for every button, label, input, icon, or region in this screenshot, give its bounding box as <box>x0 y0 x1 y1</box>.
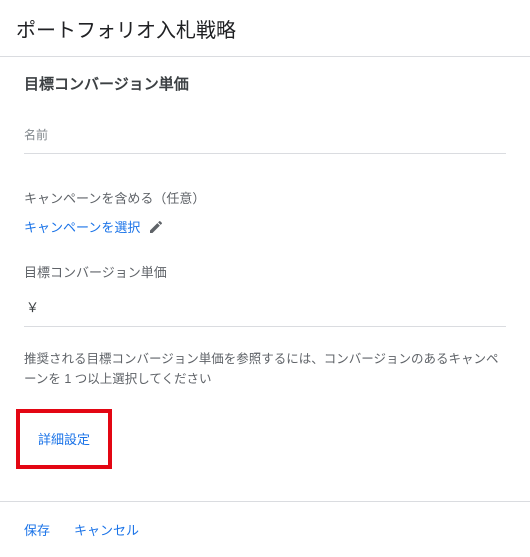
page-header: ポートフォリオ入札戦略 <box>0 0 530 57</box>
name-field-label: 名前 <box>24 126 506 143</box>
select-campaign-link[interactable]: キャンペーンを選択 <box>24 217 140 236</box>
currency-symbol: ￥ <box>26 300 39 315</box>
advanced-settings-link[interactable]: 詳細設定 <box>38 432 90 447</box>
section-title: 目標コンバージョン単価 <box>24 73 506 94</box>
cancel-button[interactable]: キャンセル <box>74 520 139 539</box>
helper-text: 推奨される目標コンバージョン単価を参照するには、コンバージョンのあるキャンペーン… <box>24 349 506 389</box>
include-campaign-label: キャンペーンを含める（任意） <box>24 188 506 207</box>
footer-actions: 保存 キャンセル <box>0 501 530 557</box>
name-input[interactable] <box>24 147 506 154</box>
page-title: ポートフォリオ入札戦略 <box>16 14 514 43</box>
advanced-settings-highlight: 詳細設定 <box>16 409 112 469</box>
form-section: 目標コンバージョン単価 名前 キャンペーンを含める（任意） キャンペーンを選択 … <box>0 57 530 501</box>
target-cpa-label: 目標コンバージョン単価 <box>24 262 506 281</box>
select-campaign-row: キャンペーンを選択 <box>24 217 506 236</box>
save-button[interactable]: 保存 <box>24 520 50 539</box>
pencil-icon[interactable] <box>148 219 164 235</box>
target-cpa-input[interactable]: ￥ <box>24 291 506 327</box>
